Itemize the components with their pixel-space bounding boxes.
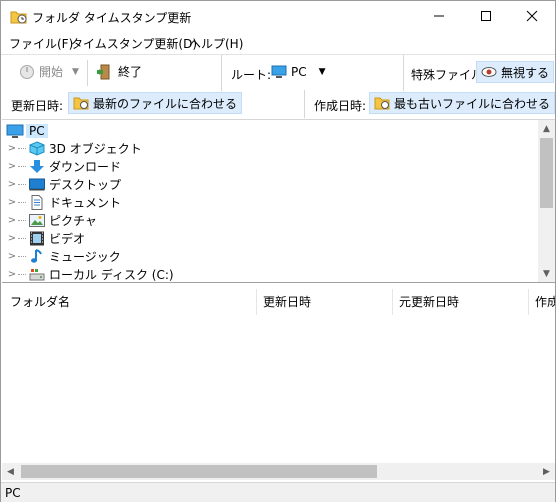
close-button[interactable] <box>509 1 555 31</box>
document-icon <box>29 194 45 210</box>
3d-objects-icon <box>29 140 45 156</box>
column-header-created[interactable]: 作成 <box>535 293 555 310</box>
toolbar-separator <box>304 90 305 118</box>
tree-item[interactable]: > ミュージック <box>6 247 121 265</box>
desktop-icon <box>29 177 45 192</box>
chevron-down-icon: ▼ <box>318 67 326 77</box>
tree-item-label: デスクトップ <box>49 177 122 192</box>
modified-value: 最新のファイルに合わせる <box>93 96 238 111</box>
scroll-thumb[interactable] <box>540 138 553 208</box>
exit-label: 終了 <box>118 65 143 79</box>
minimize-icon <box>434 15 444 17</box>
exit-door-icon <box>97 64 110 79</box>
close-icon <box>526 10 538 22</box>
chevron-right-icon[interactable]: > <box>6 251 18 262</box>
root-label: ルート: <box>231 68 272 82</box>
title-bar: フォルダ タイムスタンプ更新 <box>1 1 555 31</box>
tree-item-label: ミュージック <box>49 249 121 264</box>
list-horizontal-scrollbar[interactable]: ◀ ▶ <box>2 463 555 480</box>
start-label: 開始 <box>39 65 64 79</box>
tree-item[interactable]: > ダウンロード <box>6 157 121 175</box>
tree-item-label: ビデオ <box>49 231 86 246</box>
local-disk-icon <box>29 267 45 282</box>
status-text: PC <box>5 486 21 500</box>
tree-item-pc[interactable]: PC <box>6 122 48 140</box>
toolbar-separator <box>221 55 222 91</box>
chevron-right-icon[interactable]: > <box>6 197 18 208</box>
maximize-button[interactable] <box>463 1 509 31</box>
main-toolbar: 開始 ▼ 終了 ルート: PC ▼ 特殊ファイル: 無視する <box>1 54 555 91</box>
pc-icon <box>6 124 24 139</box>
tree-item-label: ローカル ディスク (C:) <box>49 267 174 282</box>
ignore-special-button[interactable]: 無視する <box>476 61 555 83</box>
chevron-right-icon[interactable]: > <box>6 143 18 154</box>
scroll-up-icon[interactable]: ▲ <box>538 120 555 137</box>
tree-item-label: ドキュメント <box>49 195 122 210</box>
toolbar-separator <box>87 60 88 86</box>
tree-item[interactable]: > ビデオ <box>6 229 85 247</box>
menu-timestamp[interactable]: タイムスタンプ更新(D) <box>71 35 197 52</box>
folder-clock-icon <box>10 9 27 24</box>
maximize-icon <box>481 11 491 21</box>
tree-item-label: 3D オブジェクト <box>49 141 142 156</box>
scroll-right-icon[interactable]: ▶ <box>538 463 555 480</box>
toolbar-separator <box>403 55 404 91</box>
modified-label: 更新日時: <box>11 99 64 113</box>
column-header-original-modified[interactable]: 元更新日時 <box>399 293 459 310</box>
start-dropdown-icon[interactable]: ▼ <box>72 67 79 77</box>
tree-item[interactable]: > 3D オブジェクト <box>6 139 142 157</box>
date-options-bar: 更新日時: 最新のファイルに合わせる 作成日時: 最も古いファイルに合わせる <box>1 90 555 118</box>
modified-mode-button[interactable]: 最新のファイルに合わせる <box>68 92 243 114</box>
start-icon <box>20 64 34 79</box>
tree-item[interactable]: > ピクチャ <box>6 211 97 229</box>
folder-clock-icon <box>73 97 89 110</box>
column-divider[interactable] <box>392 289 393 315</box>
column-header-modified[interactable]: 更新日時 <box>263 293 311 310</box>
eye-icon <box>481 67 497 77</box>
chevron-right-icon[interactable]: > <box>6 161 18 172</box>
chevron-right-icon[interactable]: > <box>6 215 18 226</box>
created-value: 最も古いファイルに合わせる <box>394 96 551 111</box>
chevron-right-icon[interactable]: > <box>6 179 18 190</box>
tree-item[interactable]: > デスクトップ <box>6 175 121 193</box>
folder-clock-icon <box>374 97 390 110</box>
minimize-button[interactable] <box>416 1 462 31</box>
window-title: フォルダ タイムスタンプ更新 <box>32 11 192 25</box>
tree-item[interactable]: > ドキュメント <box>6 193 121 211</box>
tree-item-label: PC <box>26 124 48 138</box>
folder-tree[interactable]: PC > 3D オブジェクト > ダウンロード > デスクトップ > ドキュメン… <box>2 119 555 283</box>
download-icon <box>29 159 45 174</box>
video-icon <box>29 231 45 246</box>
created-label: 作成日時: <box>314 99 367 113</box>
menu-bar: ファイル(F) タイムスタンプ更新(D) ヘルプ(H) <box>1 32 555 52</box>
folder-list[interactable]: フォルダ名 更新日時 元更新日時 作成 ◀ ▶ <box>2 285 555 481</box>
root-value: PC <box>291 65 307 79</box>
pc-icon <box>271 65 287 78</box>
tree-vertical-scrollbar[interactable]: ▲ ▼ <box>538 120 555 282</box>
tree-item-label: ピクチャ <box>49 213 97 228</box>
created-mode-button[interactable]: 最も古いファイルに合わせる <box>369 92 555 114</box>
chevron-right-icon[interactable]: > <box>6 233 18 244</box>
status-bar: PC <box>1 482 555 502</box>
scroll-thumb[interactable] <box>21 465 377 478</box>
start-button[interactable]: 開始 <box>19 63 63 80</box>
ignore-label: 無視する <box>501 65 550 80</box>
scroll-down-icon[interactable]: ▼ <box>538 265 555 282</box>
menu-help[interactable]: ヘルプ(H) <box>189 35 243 52</box>
chevron-right-icon[interactable]: > <box>6 269 18 280</box>
column-divider[interactable] <box>528 289 529 315</box>
tree-item[interactable]: > ローカル ディスク (C:) <box>6 265 174 282</box>
app-window: フォルダ タイムスタンプ更新 ファイル(F) タイムスタンプ更新(D) ヘルプ(… <box>0 0 556 502</box>
tree-item-label: ダウンロード <box>49 159 122 174</box>
picture-icon <box>29 213 45 228</box>
root-select[interactable]: PC ▼ <box>271 65 326 79</box>
column-divider[interactable] <box>256 289 257 315</box>
menu-file[interactable]: ファイル(F) <box>9 35 73 52</box>
scroll-left-icon[interactable]: ◀ <box>2 463 19 480</box>
column-header-folder-name[interactable]: フォルダ名 <box>10 293 70 310</box>
music-icon <box>29 248 45 264</box>
exit-button[interactable]: 終了 <box>96 63 142 80</box>
